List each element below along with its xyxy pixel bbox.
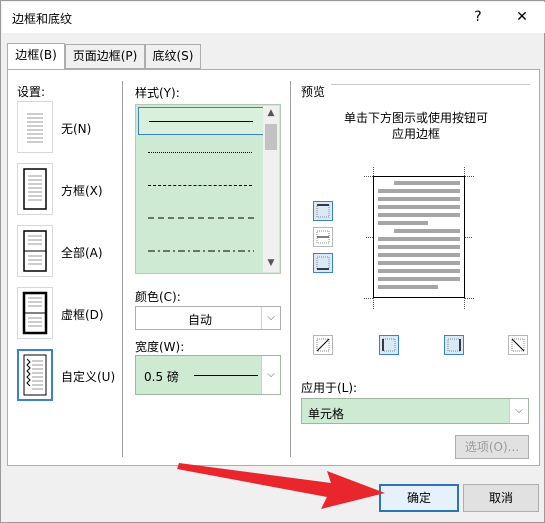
page-grid-icon: [22, 291, 48, 335]
line-dashed-small-sample: [148, 185, 252, 186]
border-top-button[interactable]: [313, 201, 333, 221]
preview-heading-rule: [331, 84, 530, 85]
setting-box-label[interactable]: 方框(X): [61, 182, 103, 199]
separator-right: [290, 81, 291, 457]
line-style-solid[interactable]: [138, 107, 264, 135]
corner-mark: [364, 176, 373, 177]
setting-box-thumb[interactable]: [17, 163, 53, 215]
setting-all-label[interactable]: 全部(A): [61, 244, 103, 261]
help-icon: ?: [474, 9, 482, 25]
line-dashed-sample: [148, 217, 254, 219]
setting-custom-label[interactable]: 自定义(U): [61, 368, 115, 385]
width-label: 宽度(W):: [135, 340, 185, 354]
corner-mark: [364, 298, 373, 299]
border-bottom-button[interactable]: [313, 253, 333, 273]
setting-grid-thumb[interactable]: [17, 287, 53, 339]
line-dash-dot-sample: [148, 250, 254, 252]
line-style-dotted[interactable]: [138, 139, 264, 167]
setting-none-thumb[interactable]: [17, 101, 53, 153]
page-custom-icon: [23, 354, 47, 396]
border-inside-horizontal-button[interactable]: [313, 227, 333, 247]
corner-mark: [465, 176, 474, 177]
apply-to-select[interactable]: 单元格 ⌵: [301, 398, 529, 424]
cancel-button[interactable]: 取消: [463, 484, 539, 512]
setting-none-label[interactable]: 无(N): [61, 120, 91, 137]
apply-to-label: 应用于(L):: [301, 381, 358, 395]
tab-shading[interactable]: 底纹(S): [145, 44, 201, 69]
line-solid-sample: [149, 121, 253, 122]
tab-page-borders[interactable]: 页面边框(P): [65, 44, 145, 69]
window-title: 边框和底纹: [12, 12, 73, 26]
corner-mark: [373, 167, 374, 176]
line-style-list[interactable]: ▲ ▼: [135, 104, 281, 274]
separator-left: [122, 81, 123, 457]
border-diagonal-down-button[interactable]: [508, 335, 528, 355]
page-all-icon: [23, 230, 47, 272]
scroll-thumb[interactable]: [265, 124, 277, 150]
scroll-up-icon[interactable]: ▲: [263, 108, 279, 120]
scroll-down-icon[interactable]: ▼: [263, 258, 279, 270]
dialog: 边框和底纹 ? ✕ 边框(B) 页面边框(P) 底纹(S) 设置: 无(N) 方…: [0, 0, 545, 523]
border-diagonal-up-button[interactable]: [313, 335, 333, 355]
preview-area[interactable]: [364, 167, 474, 309]
corner-mark: [465, 298, 474, 299]
border-top-icon: [316, 204, 330, 218]
mid-mark: [366, 237, 373, 238]
options-button[interactable]: 选项(O)...: [455, 435, 529, 459]
apply-to-value: 单元格: [308, 407, 345, 421]
ok-button[interactable]: 确定: [379, 484, 459, 512]
line-style-dash-dot[interactable]: [138, 238, 264, 266]
setting-custom-thumb[interactable]: [17, 349, 53, 401]
diagonal-up-icon: [316, 338, 330, 352]
line-style-dashed[interactable]: [138, 205, 264, 233]
width-select[interactable]: 0.5 磅 ⌵: [135, 355, 281, 395]
page-box-icon: [23, 168, 47, 210]
setting-grid-label[interactable]: 虚框(D): [61, 306, 104, 323]
chevron-down-icon[interactable]: ⌵: [509, 399, 528, 423]
preview-heading: 预览: [301, 85, 326, 99]
tab-page-borders-label: 页面边框(P): [72, 49, 138, 63]
border-bottom-icon: [316, 256, 330, 270]
chevron-down-icon[interactable]: ⌵: [261, 356, 280, 394]
width-value: 0.5 磅: [144, 370, 179, 384]
border-inside-horizontal-icon: [316, 230, 330, 244]
mid-mark: [465, 237, 472, 238]
preview-instructions-2: 应用边框: [391, 127, 440, 141]
page-none-icon: [27, 113, 43, 143]
line-style-dashed-small[interactable]: [138, 172, 264, 200]
red-arrow-annotation: [177, 463, 385, 509]
preview-text-lines: [378, 181, 460, 289]
tab-shading-label: 底纹(S): [152, 49, 194, 63]
width-line-sample: [194, 375, 258, 376]
border-left-button[interactable]: [379, 335, 399, 355]
title-bar: 边框和底纹 ? ✕: [2, 2, 545, 33]
preview-page[interactable]: [373, 176, 465, 298]
preview-instructions-1: 单击下方图示或使用按钮可: [343, 111, 488, 125]
color-value: 自动: [187, 313, 212, 327]
corner-mark: [373, 298, 374, 309]
border-right-icon: [447, 338, 461, 352]
color-select[interactable]: 自动 ⌵: [135, 306, 281, 330]
border-left-icon: [382, 338, 396, 352]
color-label: 颜色(C):: [135, 290, 181, 304]
help-button[interactable]: ?: [466, 6, 490, 28]
settings-heading: 设置:: [17, 85, 46, 99]
style-label: 样式(Y):: [135, 86, 180, 100]
chevron-down-icon[interactable]: ⌵: [261, 307, 280, 329]
close-button[interactable]: ✕: [510, 6, 534, 28]
corner-mark: [464, 298, 465, 309]
diagonal-down-icon: [511, 338, 525, 352]
setting-all-thumb[interactable]: [17, 225, 53, 277]
corner-mark: [464, 167, 465, 176]
close-icon: ✕: [516, 9, 528, 25]
border-right-button[interactable]: [444, 335, 464, 355]
line-list-scrollbar[interactable]: ▲ ▼: [263, 106, 279, 272]
tab-borders-label: 边框(B): [15, 48, 57, 62]
tab-borders[interactable]: 边框(B): [7, 43, 65, 70]
line-dotted-sample: [148, 152, 252, 153]
